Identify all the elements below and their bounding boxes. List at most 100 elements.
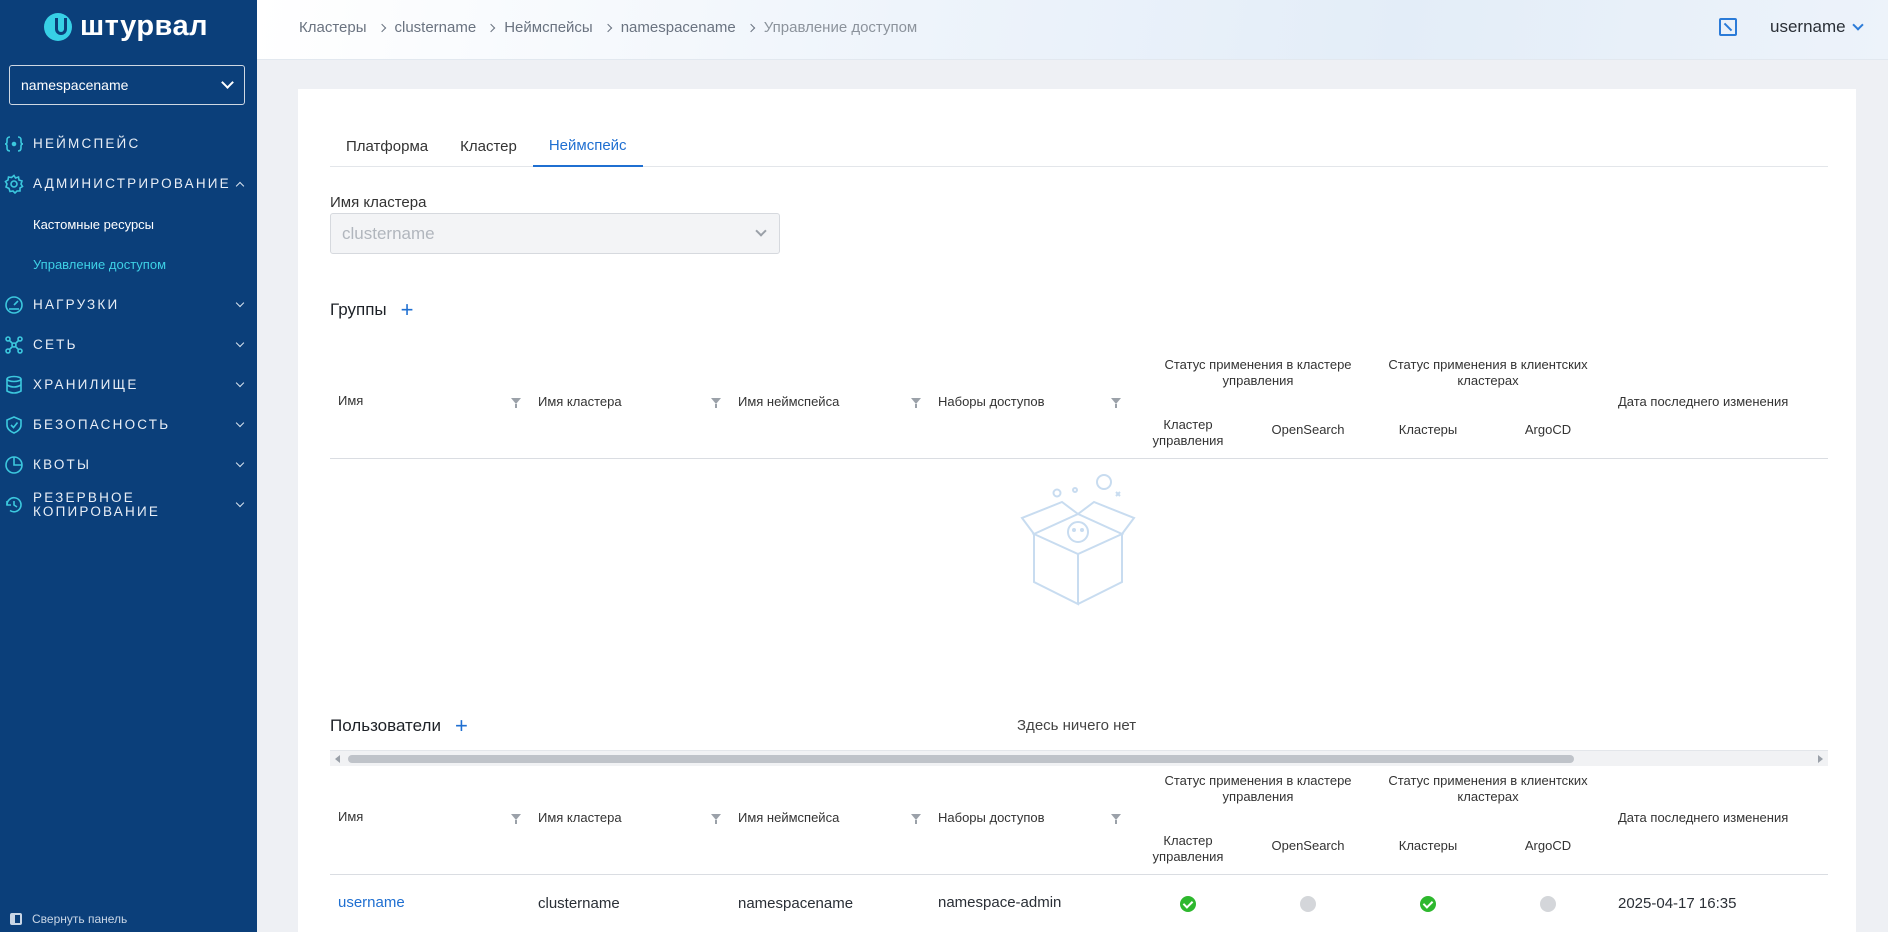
sidebar-item-storage[interactable]: Хранилище bbox=[0, 375, 257, 395]
col-modified: Дата последнего изменения bbox=[1618, 810, 1789, 825]
col-cluster: Имя кластера bbox=[538, 810, 622, 825]
sidebar-item-label: Резервное копирование bbox=[33, 490, 161, 519]
filter-icon[interactable] bbox=[511, 398, 521, 408]
backup-icon bbox=[4, 495, 24, 515]
filter-icon[interactable] bbox=[711, 814, 721, 824]
user-menu[interactable]: username bbox=[1770, 17, 1864, 37]
col-cluster: Имя кластера bbox=[538, 394, 622, 409]
col-name: Имя bbox=[338, 393, 364, 408]
network-icon bbox=[4, 335, 24, 355]
col-mgmt-status: Статус применения в кластере управления bbox=[1164, 773, 1352, 804]
sidebar-item-network[interactable]: Сеть bbox=[0, 335, 257, 355]
chevron-right-icon bbox=[486, 23, 496, 32]
top-header: Кластеры clustername Неймспейсы namespac… bbox=[257, 0, 1888, 60]
filter-icon[interactable] bbox=[911, 398, 921, 408]
sidebar-subitem-access-management[interactable]: Управление доступом bbox=[33, 257, 166, 272]
col-argocd: ArgoCD bbox=[1524, 838, 1572, 853]
col-clusters: Кластеры bbox=[1398, 838, 1458, 853]
groups-section-title: Группы + bbox=[330, 299, 414, 321]
add-user-button[interactable]: + bbox=[455, 715, 468, 737]
user-modified-cell: 2025-04-17 16:35 bbox=[1618, 895, 1737, 912]
sidebar-toggle-icon bbox=[10, 913, 22, 925]
filter-icon[interactable] bbox=[911, 814, 921, 824]
users-section-title: Пользователи + bbox=[330, 715, 468, 737]
collapse-panel-button[interactable]: Свернуть панель bbox=[10, 912, 127, 926]
shield-icon bbox=[4, 415, 24, 435]
sidebar-item-administration[interactable]: Администрирование bbox=[0, 174, 257, 194]
col-client-status: Статус применения в клиентских кластерах bbox=[1388, 773, 1588, 804]
col-access-sets: Наборы доступов bbox=[938, 394, 1045, 409]
col-mgmt-status: Статус применения в кластере управления bbox=[1164, 357, 1352, 388]
sidebar-item-label: Неймспейс bbox=[33, 136, 141, 151]
breadcrumb-namespaces[interactable]: Неймспейсы bbox=[504, 19, 593, 36]
filter-icon[interactable] bbox=[1111, 398, 1121, 408]
filter-icon[interactable] bbox=[711, 398, 721, 408]
collapse-panel-label: Свернуть панель bbox=[32, 912, 128, 926]
filter-icon[interactable] bbox=[1111, 814, 1121, 824]
chevron-down-icon bbox=[221, 76, 234, 89]
col-argocd: ArgoCD bbox=[1524, 422, 1572, 437]
col-access-sets: Наборы доступов bbox=[938, 810, 1045, 825]
status-pending-icon bbox=[1300, 896, 1316, 912]
sidebar-subitem-custom-resources[interactable]: Кастомные ресурсы bbox=[33, 217, 154, 232]
chevron-down-icon bbox=[1851, 18, 1864, 31]
chevron-right-icon bbox=[603, 23, 612, 32]
tab-cluster[interactable]: Кластер bbox=[444, 125, 533, 167]
sidebar-item-quotas[interactable]: Квоты bbox=[0, 455, 257, 475]
col-mgmt-cluster: Кластер управления bbox=[1152, 417, 1224, 448]
pie-chart-icon bbox=[4, 455, 24, 475]
add-group-button[interactable]: + bbox=[401, 299, 414, 321]
database-icon bbox=[4, 375, 24, 395]
sidebar: штурвал namespacename Неймспейс Админист… bbox=[0, 0, 257, 932]
user-access-set-cell: namespace-admin bbox=[938, 894, 1062, 911]
logo-icon bbox=[44, 12, 72, 41]
chevron-up-icon bbox=[235, 181, 245, 191]
groups-table: Имя Имя кластера Имя неймспейса Наборы д… bbox=[330, 346, 1828, 766]
users-table: Имя Имя кластера Имя неймспейса Наборы д… bbox=[330, 762, 1828, 932]
sidebar-item-namespace[interactable]: Неймспейс bbox=[0, 134, 257, 154]
tab-bar: Платформа Кластер Неймспейс bbox=[330, 125, 1828, 167]
cluster-name-select: clustername bbox=[330, 213, 780, 254]
chevron-down-icon bbox=[235, 418, 245, 427]
tab-namespace[interactable]: Неймспейс bbox=[532, 125, 643, 167]
external-link-icon[interactable] bbox=[1719, 18, 1737, 36]
gear-icon bbox=[4, 174, 24, 194]
tab-platform[interactable]: Платформа bbox=[330, 125, 444, 167]
chevron-down-icon bbox=[235, 498, 245, 507]
breadcrumb-clusters[interactable]: Кластеры bbox=[299, 19, 367, 36]
gauge-icon bbox=[4, 295, 24, 315]
status-applied-icon bbox=[1420, 896, 1436, 912]
sidebar-item-label: Квоты bbox=[33, 457, 92, 472]
col-opensearch: OpenSearch bbox=[1271, 422, 1345, 437]
empty-box-icon bbox=[1020, 474, 1136, 606]
empty-state-text: Здесь ничего нет bbox=[1017, 717, 1137, 734]
chevron-down-icon bbox=[235, 298, 245, 307]
sidebar-item-backup[interactable]: Резервное копирование bbox=[0, 491, 257, 519]
table-header-divider bbox=[330, 874, 1828, 875]
sidebar-item-security[interactable]: Безопасность bbox=[0, 415, 257, 435]
col-clusters: Кластеры bbox=[1398, 422, 1458, 437]
user-name-link[interactable]: username bbox=[338, 894, 405, 911]
cluster-name-value: clustername bbox=[342, 223, 435, 243]
sidebar-item-workloads[interactable]: Нагрузки bbox=[0, 295, 257, 315]
brand-logo[interactable]: штурвал bbox=[44, 10, 208, 43]
breadcrumb-namespace[interactable]: namespacename bbox=[621, 19, 736, 36]
sidebar-item-label: Хранилище bbox=[33, 377, 139, 392]
namespace-select[interactable]: namespacename bbox=[9, 65, 245, 105]
sidebar-item-label: Администрирование bbox=[33, 176, 231, 191]
user-cluster-cell: clustername bbox=[538, 895, 620, 912]
user-namespace-cell: namespacename bbox=[738, 895, 854, 912]
filter-icon[interactable] bbox=[511, 814, 521, 824]
sidebar-item-label: Нагрузки bbox=[33, 297, 120, 312]
status-pending-icon bbox=[1540, 896, 1556, 912]
breadcrumb-cluster[interactable]: clustername bbox=[395, 19, 477, 36]
chevron-right-icon bbox=[377, 23, 386, 32]
sidebar-item-label: Безопасность bbox=[33, 417, 171, 432]
main-card: Платформа Кластер Неймспейс Имя кластера… bbox=[298, 89, 1856, 932]
col-name: Имя bbox=[338, 809, 364, 824]
table-header-divider bbox=[330, 458, 1828, 459]
breadcrumb-current: Управление доступом bbox=[763, 19, 918, 36]
col-namespace: Имя неймспейса bbox=[738, 810, 840, 825]
sidebar-item-label: Сеть bbox=[33, 337, 78, 352]
chevron-down-icon bbox=[235, 458, 245, 467]
